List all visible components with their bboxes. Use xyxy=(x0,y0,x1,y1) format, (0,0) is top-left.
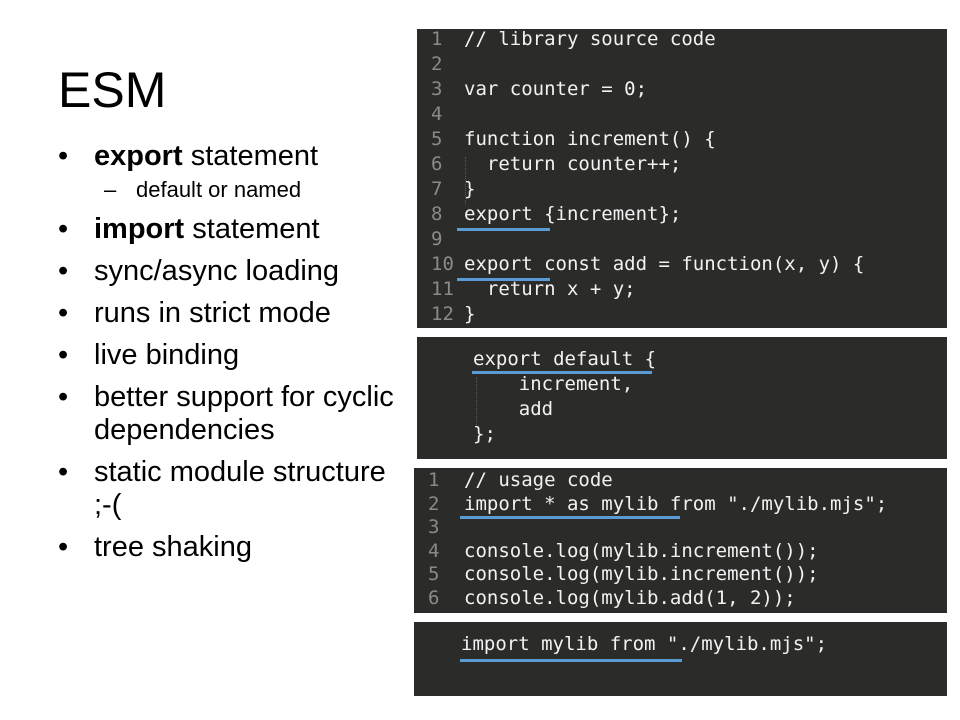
code-text: export const add = function(x, y) { xyxy=(464,253,865,275)
export-const-underline xyxy=(457,278,550,281)
bullet-marker: • xyxy=(58,339,69,371)
bullet-text: runs in strict mode xyxy=(94,297,331,329)
bullet-export-statement: • export statement xyxy=(58,140,398,173)
bullet-marker: • xyxy=(58,255,69,287)
line-number: 1 xyxy=(431,29,443,50)
code-line: add xyxy=(473,398,554,420)
line-number: 1 xyxy=(428,469,440,491)
line-number: 8 xyxy=(431,203,443,225)
bullet-static-module-structure: • static module structure ;-( xyxy=(58,456,398,522)
sub-bullet-marker: – xyxy=(104,177,117,202)
code-text: import * as mylib from "./mylib.mjs"; xyxy=(464,492,888,515)
code-line: 4 xyxy=(417,102,947,127)
code-line: 8 export {increment}; xyxy=(417,202,947,227)
bullet-sync-async-loading: • sync/async loading xyxy=(58,255,398,288)
code-text: console.log(mylib.increment()); xyxy=(464,563,819,585)
bullet-import-statement: • import statement xyxy=(58,213,398,246)
bullet-text: sync/async loading xyxy=(94,255,340,287)
bullet-marker: • xyxy=(58,213,69,245)
code-line: 6 return counter++; xyxy=(417,152,947,177)
export-default-underline xyxy=(472,371,652,374)
code-line: 4 console.log(mylib.increment()); xyxy=(414,539,947,564)
bullet-tree-shaking: • tree shaking xyxy=(58,531,398,564)
code-text: console.log(mylib.increment()); xyxy=(464,539,819,562)
bullet-marker: • xyxy=(58,297,69,329)
line-number: 7 xyxy=(431,178,443,200)
line-number: 6 xyxy=(431,153,443,175)
default-import-code-block: import mylib from "./mylib.mjs"; xyxy=(414,622,947,696)
slide-title: ESM xyxy=(58,62,167,118)
indent-guide xyxy=(465,157,466,205)
line-number: 10 xyxy=(431,253,454,275)
code-line: }; xyxy=(473,423,496,445)
code-line: 12} xyxy=(417,302,947,327)
bullet-keyword: export xyxy=(94,140,183,172)
code-line: 5 console.log(mylib.increment()); xyxy=(414,562,947,587)
sub-bullet-text: default or named xyxy=(136,177,302,202)
bullet-list: • export statement – default or named • … xyxy=(58,140,398,573)
code-line: 6 console.log(mylib.add(1, 2)); xyxy=(414,586,947,611)
code-text: } xyxy=(464,303,476,325)
bullet-marker: • xyxy=(58,456,69,488)
code-line: 2 xyxy=(417,52,947,77)
line-number: 4 xyxy=(431,103,443,125)
bullet-text: static module structure ;-( xyxy=(94,456,386,521)
bullet-text: statement xyxy=(184,213,320,245)
sub-bullet-default-or-named: – default or named xyxy=(58,176,398,204)
code-line: import mylib from "./mylib.mjs"; xyxy=(461,633,828,655)
code-text: // library source code xyxy=(464,29,716,50)
bullet-marker: • xyxy=(58,531,69,563)
line-number: 5 xyxy=(431,128,443,150)
code-text: var counter = 0; xyxy=(464,78,648,100)
line-number: 5 xyxy=(428,563,440,585)
import-default-underline xyxy=(460,659,682,662)
library-source-code-block: 12} 11 return x + y; 10 export const add = … xyxy=(417,29,947,328)
usage-code-block: 6 console.log(mylib.add(1, 2)); 5 console.l… xyxy=(414,468,947,613)
code-text: return counter++; xyxy=(464,153,682,175)
bullet-marker: • xyxy=(58,140,69,172)
bullet-text: live binding xyxy=(94,339,240,371)
bullet-cyclic-dependencies: • better support for cyclic dependencies xyxy=(58,381,398,447)
code-line: export default { xyxy=(473,348,657,370)
bullet-text: statement xyxy=(182,140,319,172)
line-number: 12 xyxy=(431,303,454,325)
line-number: 3 xyxy=(428,516,440,538)
code-text: console.log(mylib.add(1, 2)); xyxy=(464,586,796,609)
code-text: function increment() { xyxy=(464,128,716,150)
code-line: 2 import * as mylib from "./mylib.mjs"; xyxy=(414,492,947,517)
code-line: 7} xyxy=(417,177,947,202)
bullet-text: tree shaking xyxy=(94,531,252,563)
code-line: 10 export const add = function(x, y) { xyxy=(417,252,947,277)
bullet-strict-mode: • runs in strict mode xyxy=(58,297,398,330)
indent-guide xyxy=(476,377,477,425)
line-number: 2 xyxy=(428,492,440,515)
bullet-keyword: import xyxy=(94,213,185,245)
bullet-live-binding: • live binding xyxy=(58,339,398,372)
bullet-marker: • xyxy=(58,381,69,413)
line-number: 6 xyxy=(428,586,440,609)
line-number: 4 xyxy=(428,539,440,562)
line-number: 2 xyxy=(431,53,443,75)
code-line: 1 // usage code xyxy=(414,468,947,493)
code-line: 3 var counter = 0; xyxy=(417,77,947,102)
code-text: // usage code xyxy=(464,469,613,491)
import-star-underline xyxy=(460,516,680,519)
code-line: 1 // library source code xyxy=(417,29,947,52)
export-underline xyxy=(457,228,550,231)
code-line: increment, xyxy=(473,373,634,395)
code-line: 5 function increment() { xyxy=(417,127,947,152)
bullet-text: better support for cyclic dependencies xyxy=(94,381,394,446)
line-number: 3 xyxy=(431,78,443,100)
code-text: export {increment}; xyxy=(464,203,682,225)
export-default-code-block: export default { increment, add }; xyxy=(417,337,947,459)
